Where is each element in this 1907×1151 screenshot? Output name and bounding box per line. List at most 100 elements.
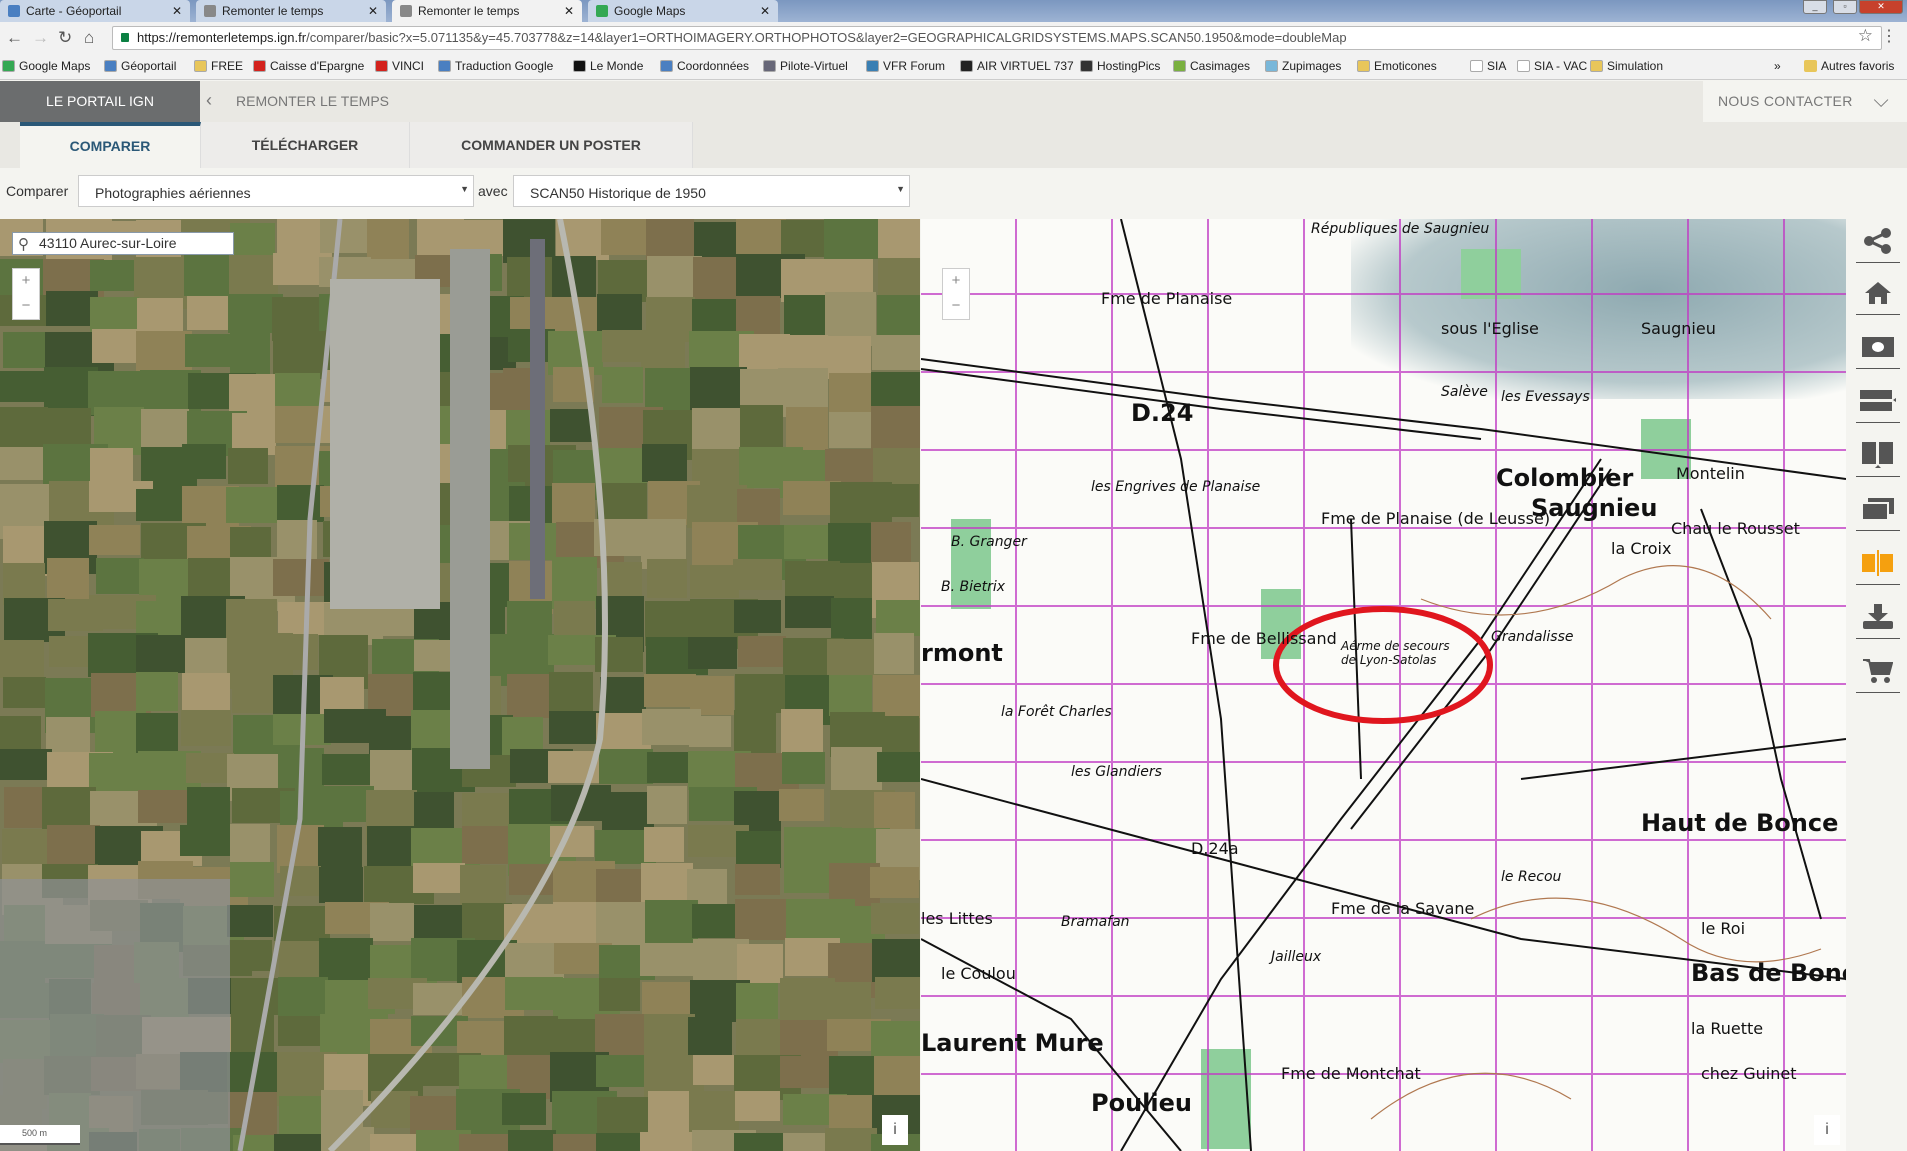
runway-zone [450, 249, 490, 769]
browser-tab[interactable]: Remonter le temps ✕ [196, 0, 386, 22]
bookmark-item[interactable]: SIA - VAC [1517, 59, 1587, 73]
bookmark-star-icon[interactable]: ☆ [1858, 26, 1873, 46]
close-tab-icon[interactable]: ✕ [760, 3, 770, 19]
map-label-jailleux: Jailleux [1271, 949, 1322, 965]
bookmark-item[interactable]: VINCI [375, 59, 424, 73]
browser-menu-icon[interactable]: ⋮ [1881, 26, 1897, 46]
map-label-la-croix: la Croix [1611, 539, 1672, 558]
bookmark-item[interactable]: Traduction Google [438, 59, 553, 73]
google-maps-favicon-icon [596, 5, 608, 17]
cart-button[interactable] [1856, 649, 1900, 693]
compare-split-icon [1862, 549, 1893, 576]
close-tab-icon[interactable]: ✕ [368, 3, 378, 19]
vertical-split-button[interactable] [1856, 433, 1900, 477]
home-icon[interactable]: ⌂ [84, 28, 94, 48]
map-label-engrives: les Engrives de Planaise [1091, 479, 1261, 495]
bookmark-item[interactable]: Caisse d'Epargne [253, 59, 364, 73]
dropdown-arrow-icon: ▼ [896, 184, 905, 194]
download-icon [1863, 603, 1893, 629]
map-label-saleve: Salève [1441, 384, 1488, 400]
bookmark-favicon-icon [194, 60, 207, 72]
map-label-colombier: Colombier [1496, 464, 1634, 492]
search-input[interactable]: ⚲ 43110 Aurec-sur-Loire [12, 232, 234, 255]
portal-ign-link[interactable]: LE PORTAIL IGN [0, 81, 200, 122]
map-label-montelin: Montelin [1676, 464, 1745, 483]
bookmark-item[interactable]: Géoportail [104, 59, 176, 73]
tab-telecharger[interactable]: TÉLÉCHARGER [201, 122, 410, 168]
page-tabs: COMPARER TÉLÉCHARGER COMMANDER UN POSTER [0, 122, 1907, 168]
download-button[interactable] [1856, 595, 1900, 639]
bookmark-favicon-icon [375, 60, 388, 72]
bookmark-item[interactable]: Zupimages [1265, 59, 1341, 73]
bookmark-item[interactable]: Google Maps [2, 59, 90, 73]
browser-tab[interactable]: Carte - Géoportail ✕ [0, 0, 190, 22]
back-icon[interactable]: ← [6, 28, 23, 48]
share-button[interactable] [1856, 219, 1900, 263]
close-window-button[interactable]: ✕ [1859, 0, 1903, 14]
zoom-in-button[interactable]: + [943, 269, 969, 294]
home-button[interactable] [1856, 271, 1900, 315]
minimize-button[interactable]: _ [1803, 0, 1827, 14]
map-label-savane: Fme de la Savane [1331, 899, 1475, 918]
tab-comparer[interactable]: COMPARER [20, 122, 201, 168]
maximize-button[interactable]: ▫ [1833, 0, 1857, 14]
map-label-les-evessays: les Evessays [1501, 389, 1590, 405]
bookmark-favicon-icon [1590, 60, 1603, 72]
historical-map-1950[interactable]: Colombier Saugnieu Saugnieu sous l'Eglise Ré… [921, 219, 1846, 1151]
more-bookmarks-button[interactable]: » [1774, 59, 1781, 73]
bookmark-label: Google Maps [19, 59, 91, 73]
bookmark-item[interactable]: Pilote-Virtuel [763, 59, 848, 73]
close-tab-icon[interactable]: ✕ [564, 3, 574, 19]
bookmark-item[interactable]: VFR Forum [866, 59, 945, 73]
bookmark-item[interactable]: HostingPics [1080, 59, 1160, 73]
bookmark-item[interactable]: AIR VIRTUEL 737 [960, 59, 1074, 73]
section-title[interactable]: REMONTER LE TEMPS [236, 93, 389, 109]
bookmark-favicon-icon [573, 60, 586, 72]
url-input[interactable]: https://remonterletemps.ign.fr/comparer/… [112, 26, 1882, 50]
layer2-select[interactable]: SCAN50 Historique de 1950 ▼ [513, 175, 910, 207]
bookmark-item[interactable]: Casimages [1173, 59, 1250, 73]
info-button[interactable]: i [1814, 1115, 1840, 1145]
zoom-out-button[interactable]: − [13, 294, 39, 319]
map-label-les-littes: les Littes [921, 909, 993, 928]
bookmark-item[interactable]: SIA [1470, 59, 1506, 73]
layer1-select[interactable]: Photographies aériennes ▼ [78, 175, 474, 207]
chevron-down-icon: ⌵ [1873, 90, 1889, 112]
camera-icon [1862, 336, 1894, 357]
map-roads [921, 219, 1846, 1151]
browser-tab-active[interactable]: Remonter le temps ✕ [392, 0, 582, 22]
with-label: avec [478, 183, 508, 199]
bookmark-label: VFR Forum [883, 59, 946, 73]
contact-button[interactable]: NOUS CONTACTER ⌵ [1703, 81, 1907, 122]
bookmark-item[interactable]: Simulation [1590, 59, 1663, 73]
bookmark-item[interactable]: Emoticones [1357, 59, 1437, 73]
search-icon: ⚲ [18, 236, 29, 253]
bookmark-item[interactable]: FREE [194, 59, 243, 73]
runway [530, 239, 545, 599]
highway [237, 219, 343, 1151]
layers-button[interactable] [1856, 487, 1900, 531]
zoom-out-button[interactable]: − [943, 294, 969, 319]
bookmark-item[interactable]: Coordonnées [660, 59, 749, 73]
close-tab-icon[interactable]: ✕ [172, 3, 182, 19]
aerial-photo-map[interactable]: ⚲ 43110 Aurec-sur-Loire + − 500 m i [0, 219, 920, 1151]
info-button[interactable]: i [882, 1115, 908, 1145]
vertical-split-icon [1862, 441, 1893, 468]
layer2-value: SCAN50 Historique de 1950 [530, 185, 706, 201]
screenshot-button[interactable] [1856, 325, 1900, 369]
chevron-left-icon[interactable]: ‹ [206, 90, 212, 111]
forward-icon[interactable]: → [32, 28, 49, 48]
other-bookmarks-folder[interactable]: Autres favoris [1804, 59, 1894, 73]
tab-commander-poster[interactable]: COMMANDER UN POSTER [410, 122, 693, 168]
site-header: LE PORTAIL IGN ‹ REMONTER LE TEMPS NOUS … [0, 81, 1907, 122]
horizontal-split-button[interactable] [1856, 379, 1900, 423]
map-label-haut-bonce: Haut de Bonce [1641, 809, 1839, 837]
browser-tab[interactable]: Google Maps ✕ [588, 0, 778, 22]
zoom-in-button[interactable]: + [13, 269, 39, 294]
map-label-aerodrome: Aérme de secours de Lyon-Satolas [1341, 639, 1450, 667]
horizontal-split-icon [1860, 389, 1896, 411]
bookmark-item[interactable]: Le Monde [573, 59, 643, 73]
bookmark-label: SIA [1487, 59, 1507, 73]
compare-split-button[interactable] [1856, 541, 1900, 585]
reload-icon[interactable]: ↻ [58, 28, 72, 48]
